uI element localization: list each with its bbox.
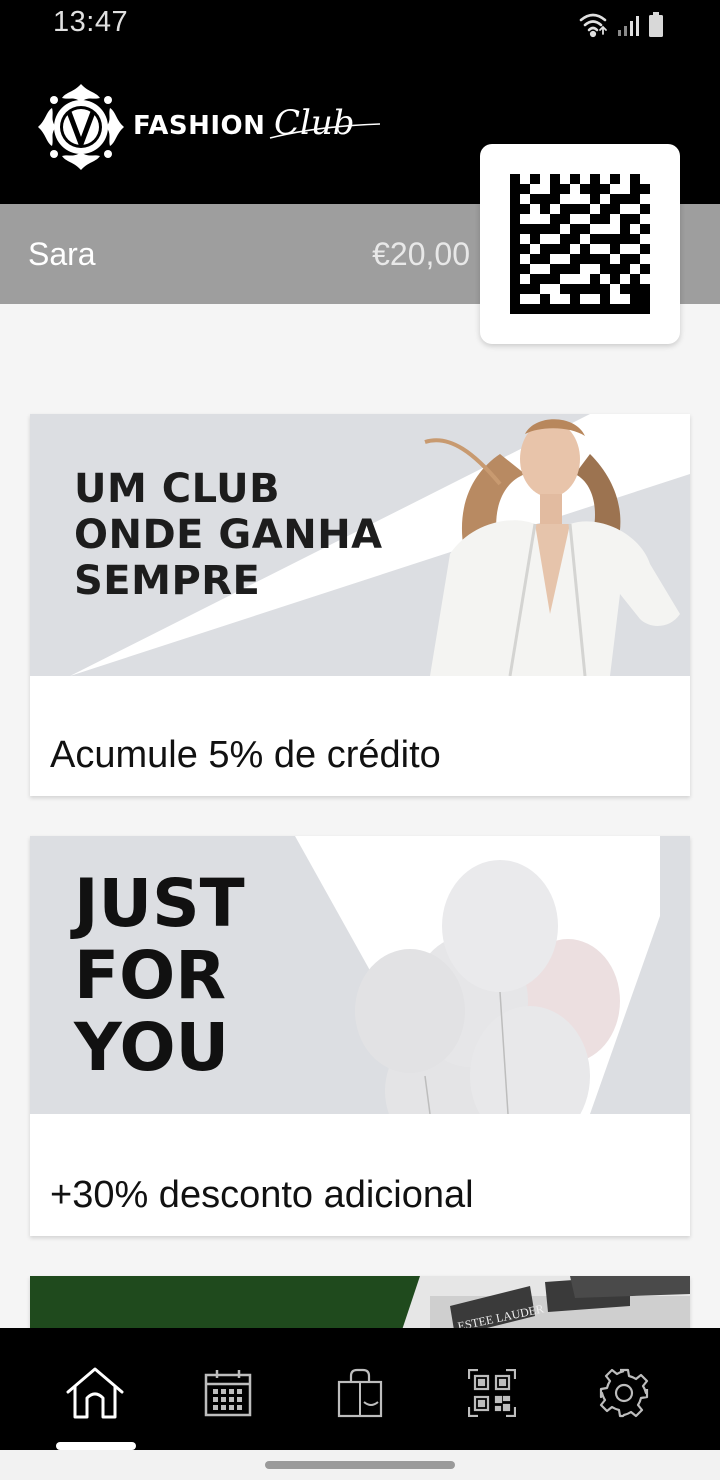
status-icons: [578, 10, 674, 40]
member-code-card[interactable]: [480, 144, 680, 344]
status-bar: 13:47: [0, 0, 720, 50]
status-time: 13:47: [53, 6, 129, 38]
promo-headline: JUST FOR YOU: [74, 868, 245, 1084]
nav-home[interactable]: [60, 1358, 130, 1428]
system-gesture-area: [0, 1450, 720, 1480]
nav-calendar[interactable]: [193, 1358, 263, 1428]
shopping-bag-icon: [337, 1368, 383, 1418]
nav-member-code[interactable]: [457, 1358, 527, 1428]
brand-name: FASHION: [133, 111, 266, 141]
promo-card[interactable]: JUST FOR YOU +30% desconto adicional: [30, 836, 690, 1236]
settings-icon: [599, 1368, 649, 1418]
signal-icon: [618, 16, 639, 36]
promo-headline-line: ONDE GANHA: [74, 512, 383, 558]
active-tab-indicator: [56, 1442, 136, 1450]
vc-emblem-logo: [36, 82, 126, 172]
promo-caption: +30% desconto adicional: [50, 1174, 474, 1216]
promo-headline-line: UM CLUB: [74, 466, 281, 512]
qr-code-icon: [510, 174, 650, 314]
promo-headline: UM CLUB ONDE GANHA SEMPRE: [74, 466, 383, 604]
promo-headline-line: FOR: [74, 937, 227, 1014]
promo-headline-line: SEMPRE: [74, 558, 261, 604]
promo-headline-line: YOU: [74, 1009, 230, 1086]
promo-image: UM CLUB ONDE GANHA SEMPRE: [30, 414, 690, 676]
gesture-handle[interactable]: [265, 1461, 455, 1469]
promo-caption: Acumule 5% de crédito: [50, 734, 441, 776]
wifi-icon: [579, 13, 607, 38]
home-icon: [66, 1367, 124, 1419]
brand-script: Club: [268, 96, 383, 150]
battery-icon: [649, 12, 663, 37]
balance-amount: €20,00: [372, 236, 470, 272]
calendar-icon: [204, 1370, 252, 1417]
qr-code-icon: [468, 1369, 516, 1417]
promo-card[interactable]: UM CLUB ONDE GANHA SEMPRE Acumule 5% de …: [30, 414, 690, 796]
brand-script-text: Club: [274, 103, 355, 143]
nav-settings[interactable]: [589, 1358, 659, 1428]
bottom-navigation: [0, 1328, 720, 1450]
promo-headline-line: JUST: [74, 865, 245, 942]
nav-shopping[interactable]: [325, 1358, 395, 1428]
promo-image: JUST FOR YOU: [30, 836, 690, 1114]
user-name: Sara: [28, 236, 96, 272]
